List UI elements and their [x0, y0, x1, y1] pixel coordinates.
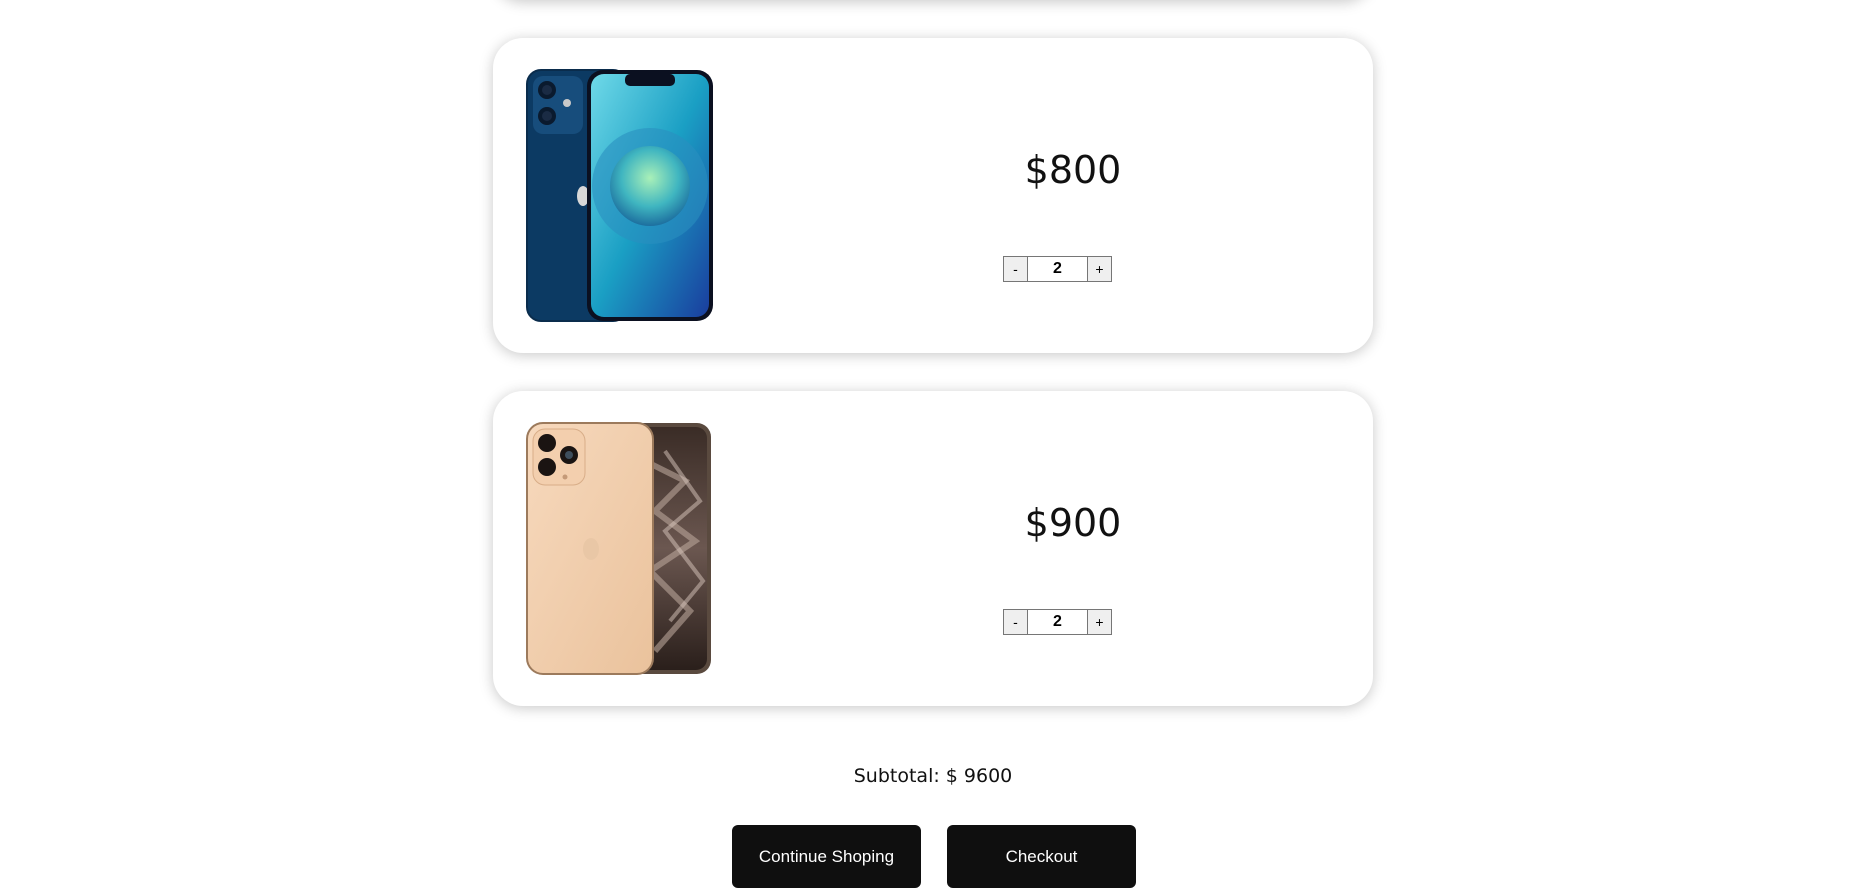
quantity-field[interactable] [1028, 256, 1087, 282]
product-image-iphone-12-blue [525, 68, 715, 323]
increment-button[interactable]: + [1087, 609, 1112, 635]
quantity-field[interactable] [1028, 609, 1087, 635]
quantity-stepper: - + [1003, 609, 1112, 635]
checkout-button[interactable]: Checkout [947, 825, 1136, 888]
subtotal-text: Subtotal: $ 9600 [853, 765, 1013, 787]
decrement-button[interactable]: - [1003, 256, 1028, 282]
subtotal: Subtotal: $ 9600 [0, 765, 1851, 787]
quantity-stepper: - + [1003, 256, 1112, 282]
cart-page: $800 - + [0, 0, 1851, 888]
continue-shopping-button[interactable]: Continue Shoping [732, 825, 921, 888]
cart-actions: Continue Shoping Checkout [732, 825, 1136, 888]
cart-item-card: $900 - + [493, 391, 1373, 706]
product-image-iphone-11-pro-gold [525, 421, 715, 676]
item-price: $800 [1024, 148, 1122, 192]
cart-item-card: $800 - + [493, 38, 1373, 353]
increment-button[interactable]: + [1087, 256, 1112, 282]
item-price: $900 [1024, 501, 1122, 545]
decrement-button[interactable]: - [1003, 609, 1028, 635]
